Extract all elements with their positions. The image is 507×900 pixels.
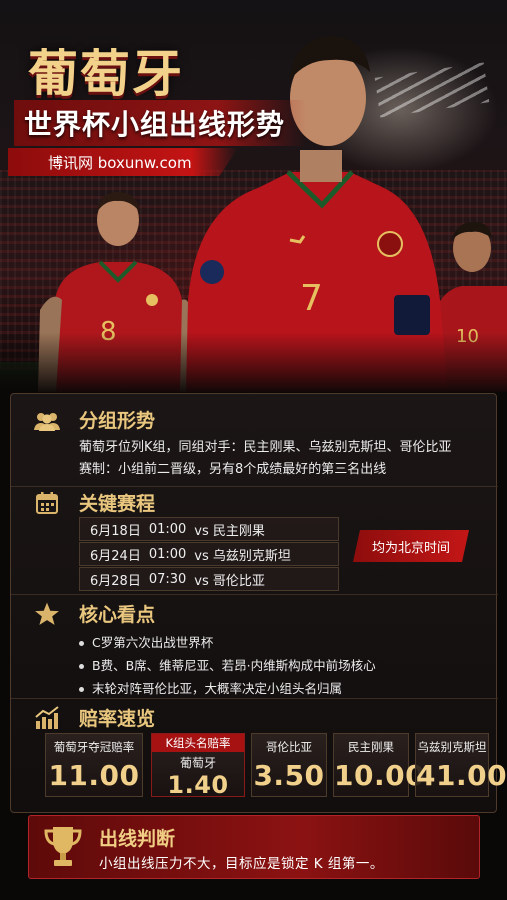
fixture-date: 6月18日	[90, 523, 141, 539]
fixture-time: 01:00	[148, 521, 187, 537]
odds-label: 哥伦比亚	[266, 740, 312, 754]
verdict-title: 出线判断	[99, 828, 176, 850]
section-group: 分组形势 葡萄牙位列K组，同组对手：民主刚果、乌兹别克斯坦、哥伦比亚 赛制：小组…	[11, 394, 498, 487]
odds-team: 葡萄牙	[179, 756, 216, 770]
hero-banner: 8 10 7 葡萄牙 世界杯小组出线形势 博讯网 boxunw	[0, 0, 507, 392]
fixture-row[interactable]: 6月28日 07:30 vs 哥伦比亚	[79, 567, 339, 591]
fixture-opponent: vs 民主刚果	[194, 523, 265, 539]
verdict-text: 小组出线压力不大，目标应是锁定 K 组第一。	[99, 856, 384, 872]
odds-label: K组头名赔率	[152, 734, 244, 752]
section-odds: 赔率速览 葡萄牙夺冠赔率 11.00 K组头名赔率 葡萄牙 1.40 哥伦比亚 …	[11, 699, 507, 814]
odds-title: 赔率速览	[79, 708, 156, 730]
odds-value: 1.40	[167, 771, 229, 799]
star-icon	[33, 600, 61, 628]
highlight-item: C罗第六次出战世界杯	[79, 632, 213, 651]
odds-label: 乌兹别克斯坦	[417, 740, 487, 754]
site-tag[interactable]: 博讯网 boxunw.com	[8, 148, 238, 176]
fixtures-title: 关键赛程	[79, 493, 156, 515]
odds-cards: 葡萄牙夺冠赔率 11.00 K组头名赔率 葡萄牙 1.40 哥伦比亚 3.50 …	[45, 733, 507, 799]
section-highlights: 核心看点 C罗第六次出战世界杯 B费、B席、维蒂尼亚、若昂·内维斯构成中前场核心…	[11, 595, 498, 699]
group-icon	[33, 407, 61, 435]
info-panel: 分组形势 葡萄牙位列K组，同组对手：民主刚果、乌兹别克斯坦、哥伦比亚 赛制：小组…	[10, 393, 507, 814]
fixture-time: 07:30	[148, 571, 187, 587]
odds-value: 41.00	[416, 759, 507, 792]
fixture-date: 6月28日	[90, 573, 141, 589]
player-center-number: 7	[300, 278, 323, 319]
subtitle-banner: 世界杯小组出线形势	[14, 100, 308, 146]
section-fixtures: 关键赛程 6月18日 01:00 vs 民主刚果 6月24日 01:00 vs …	[11, 487, 498, 595]
hero-fade	[0, 332, 507, 392]
odds-label: 葡萄牙夺冠赔率	[53, 740, 135, 754]
highlight-item: B费、B席、维蒂尼亚、若昂·内维斯构成中前场核心	[79, 655, 376, 674]
page-subtitle: 世界杯小组出线形势	[24, 108, 286, 141]
fixture-time: 01:00	[148, 546, 187, 562]
group-title: 分组形势	[79, 410, 156, 432]
highlights-title: 核心看点	[79, 604, 156, 626]
verdict-box: 出线判断 小组出线压力不大，目标应是锁定 K 组第一。	[28, 815, 480, 879]
fixture-opponent: vs 哥伦比亚	[194, 573, 265, 589]
fixture-row[interactable]: 6月18日 01:00 vs 民主刚果	[79, 517, 339, 541]
calendar-icon	[33, 489, 61, 517]
odds-card-highlight[interactable]: K组头名赔率 葡萄牙 1.40	[151, 733, 245, 799]
odds-card[interactable]: 哥伦比亚 3.50	[251, 733, 327, 797]
fixture-date: 6月24日	[90, 548, 141, 564]
odds-card[interactable]: 乌兹别克斯坦 41.00	[415, 733, 507, 797]
trophy-icon	[43, 824, 83, 874]
highlight-item: 末轮对阵哥伦比亚，大概率决定小组头名归属	[79, 678, 342, 697]
fixture-row[interactable]: 6月24日 01:00 vs 乌兹别克斯坦	[79, 542, 339, 566]
group-line: 葡萄牙位列K组，同组对手：民主刚果、乌兹别克斯坦、哥伦比亚	[79, 440, 452, 455]
odds-value: 3.50	[253, 759, 325, 792]
page-title: 葡萄牙	[28, 45, 184, 103]
odds-card[interactable]: 民主刚果 10.00	[333, 733, 426, 797]
odds-label: 民主刚果	[348, 740, 394, 754]
fixture-list: 6月18日 01:00 vs 民主刚果 6月24日 01:00 vs 乌兹别克斯…	[79, 517, 339, 592]
chart-icon	[33, 704, 61, 732]
odds-value: 11.00	[48, 759, 140, 792]
odds-card[interactable]: 葡萄牙夺冠赔率 11.00	[45, 733, 143, 797]
fixture-opponent: vs 乌兹别克斯坦	[194, 548, 291, 564]
odds-value: 10.00	[334, 759, 426, 792]
group-line: 赛制：小组前二晋级，另有8个成绩最好的第三名出线	[79, 462, 387, 477]
timezone-badge: 均为北京时间	[353, 530, 469, 562]
